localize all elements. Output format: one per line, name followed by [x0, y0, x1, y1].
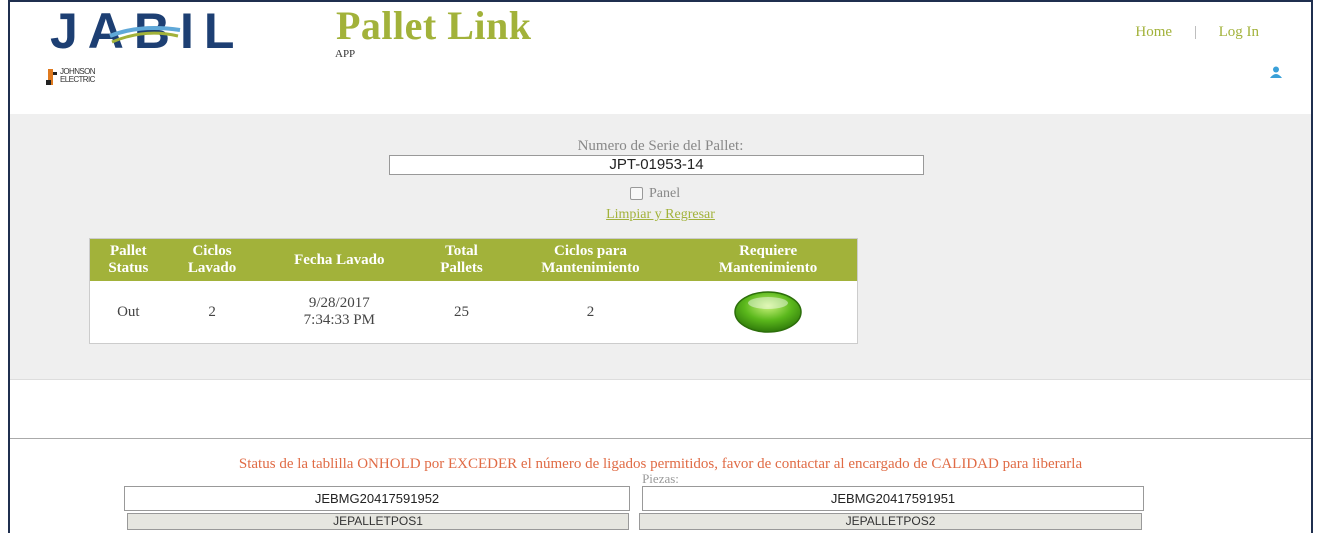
piece-position-button-1[interactable]: JEPALLETPOS1: [127, 513, 629, 530]
cell-fecha-lavado: 9/28/2017 7:34:33 PM: [303, 295, 375, 328]
nav-separator: |: [1193, 24, 1197, 40]
panel-checkbox[interactable]: [630, 187, 643, 201]
cell-requiere-mantenimiento: [679, 281, 857, 344]
clear-and-return-link[interactable]: Limpiar y Regresar: [10, 207, 1311, 223]
table-row: Out 2 9/28/2017 7:34:33 PM 25 2: [90, 281, 858, 344]
cell-total-pallets: 25: [453, 303, 469, 320]
header-fecha-lavado: Fecha Lavado: [257, 238, 422, 281]
panel-option: Panel: [630, 186, 680, 202]
pieces-label: Piezas:: [642, 471, 679, 486]
piece-position-button-2[interactable]: JEPALLETPOS2: [639, 513, 1142, 530]
cell-ciclos-mantenimiento: 2: [586, 303, 595, 320]
johnson-electric-mark-icon: [46, 69, 57, 85]
app-frame: JABIL Pallet Link APP JOHNSON ELECTRIC H…: [8, 0, 1313, 533]
johnson-electric-text: JOHNSON ELECTRIC: [60, 67, 96, 84]
user-icon[interactable]: [1269, 66, 1283, 78]
header-total-pallets: Total Pallets: [421, 238, 502, 281]
header-pallet-status: Pallet Status: [89, 238, 167, 281]
jabil-logo: JABIL: [50, 6, 234, 54]
serial-label: Numero de Serie del Pallet:: [577, 138, 744, 154]
header: JABIL Pallet Link APP JOHNSON ELECTRIC H…: [10, 2, 1311, 114]
piece-serial-field-2[interactable]: JEBMG20417591951: [642, 486, 1144, 511]
nav-login-link[interactable]: Log In: [1219, 24, 1259, 40]
app-subtitle: APP: [335, 48, 356, 60]
header-ciclos-mantenimiento: Ciclos para Mantenimiento: [501, 238, 680, 281]
pallet-lookup-section: Numero de Serie del Pallet: JPT-01953-14…: [10, 114, 1311, 380]
app-title: Pallet Link: [336, 3, 532, 48]
nav-home-link[interactable]: Home: [1135, 24, 1172, 40]
serial-input[interactable]: JPT-01953-14: [389, 155, 924, 175]
cell-pallet-status: Out: [117, 303, 140, 320]
header-ciclos-lavado: Ciclos Lavado: [166, 238, 258, 281]
pieces-section: Status de la tablilla ONHOLD por EXCEDER…: [10, 438, 1311, 536]
top-nav: Home | Log In: [1135, 24, 1259, 41]
piece-serial-field-1[interactable]: JEBMG20417591952: [124, 486, 630, 511]
johnson-electric-logo: JOHNSON ELECTRIC: [46, 66, 136, 88]
panel-label: Panel: [649, 186, 681, 201]
maintenance-status-indicator-icon: [734, 291, 802, 333]
table-header-row: Pallet Status Ciclos Lavado Fecha Lavado T…: [89, 238, 858, 281]
cell-ciclos-lavado: 2: [208, 303, 216, 320]
pallet-status-table: Pallet Status Ciclos Lavado Fecha Lavado T…: [89, 238, 858, 344]
header-requiere-mantenimiento: Requiere Mantenimiento: [679, 238, 858, 281]
